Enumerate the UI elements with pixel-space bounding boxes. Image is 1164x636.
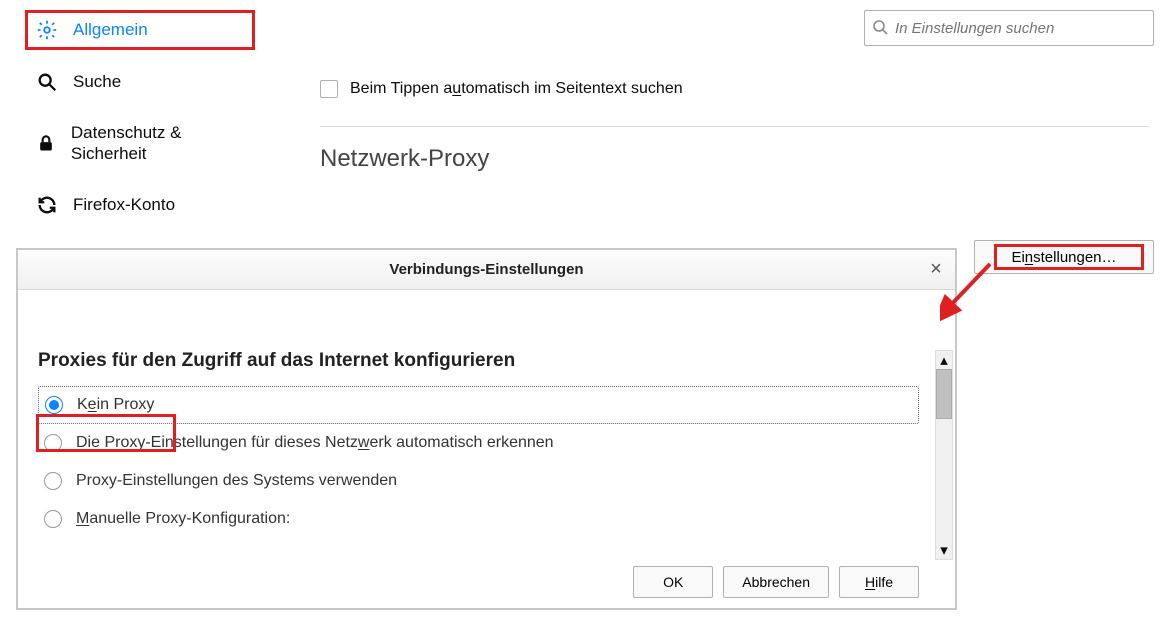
radio-icon[interactable] (45, 396, 63, 414)
sidebar-item-privacy[interactable]: Datenschutz & Sicherheit (25, 114, 255, 173)
sidebar-item-label: Firefox-Konto (73, 195, 175, 215)
sync-icon (35, 193, 59, 217)
close-button[interactable]: × (923, 256, 949, 282)
sidebar-item-account[interactable]: Firefox-Konto (25, 185, 255, 225)
cancel-button[interactable]: Abbrechen (723, 566, 829, 598)
radio-label: Proxy-Einstellungen des Systems verwende… (76, 472, 397, 490)
sidebar-item-label: Datenschutz & Sicherheit (71, 122, 245, 165)
dialog-heading: Proxies für den Zugriff auf das Internet… (38, 350, 919, 372)
radio-system-proxy[interactable]: Proxy-Einstellungen des Systems verwende… (38, 462, 919, 500)
section-title-network-proxy: Netzwerk-Proxy (320, 145, 1149, 173)
divider (320, 126, 1149, 127)
scroll-down-icon[interactable]: ▾ (936, 541, 952, 559)
radio-label: Die Proxy-Einstellungen für dieses Netzw… (76, 434, 554, 452)
sidebar: Allgemein Suche Datenschutz & Sicherheit… (25, 10, 255, 237)
radio-label: Kein Proxy (77, 396, 154, 414)
scroll-up-icon[interactable]: ▴ (936, 351, 952, 369)
magnify-icon (35, 70, 59, 94)
lock-icon (35, 131, 57, 155)
settings-button[interactable]: Einstellungen… (974, 240, 1154, 274)
content-area: Beim Tippen automatisch im Seitentext su… (320, 80, 1149, 173)
checkbox-icon[interactable] (320, 80, 338, 98)
radio-label: Manuelle Proxy-Konfiguration: (76, 510, 290, 528)
sidebar-item-general[interactable]: Allgemein (25, 10, 255, 50)
dialog-body: Proxies für den Zugriff auf das Internet… (18, 290, 955, 608)
help-button[interactable]: Hilfe (839, 566, 919, 598)
dialog-titlebar: Verbindungs-Einstellungen × (18, 250, 955, 290)
ok-button[interactable]: OK (633, 566, 713, 598)
radio-icon[interactable] (44, 510, 62, 528)
search-input[interactable] (864, 10, 1154, 46)
dialog-title: Verbindungs-Einstellungen (389, 261, 583, 278)
radio-icon[interactable] (44, 434, 62, 452)
radio-auto-detect[interactable]: Die Proxy-Einstellungen für dieses Netzw… (38, 424, 919, 462)
radio-icon[interactable] (44, 472, 62, 490)
connection-settings-dialog: Verbindungs-Einstellungen × Proxies für … (16, 248, 957, 610)
scroll-thumb[interactable] (936, 369, 952, 419)
checkbox-search-while-typing[interactable]: Beim Tippen automatisch im Seitentext su… (320, 80, 1149, 98)
sidebar-item-label: Suche (73, 72, 121, 92)
search-container (864, 10, 1154, 46)
checkbox-label: Beim Tippen automatisch im Seitentext su… (350, 80, 683, 98)
dialog-footer: OK Abbrechen Hilfe (633, 566, 919, 598)
radio-manual-proxy[interactable]: Manuelle Proxy-Konfiguration: (38, 500, 919, 538)
search-icon (872, 19, 888, 39)
sidebar-item-label: Allgemein (73, 20, 148, 40)
sidebar-item-search[interactable]: Suche (25, 62, 255, 102)
gear-icon (35, 18, 59, 42)
scrollbar[interactable]: ▴ ▾ (935, 350, 953, 560)
radio-no-proxy[interactable]: Kein Proxy (38, 386, 919, 424)
